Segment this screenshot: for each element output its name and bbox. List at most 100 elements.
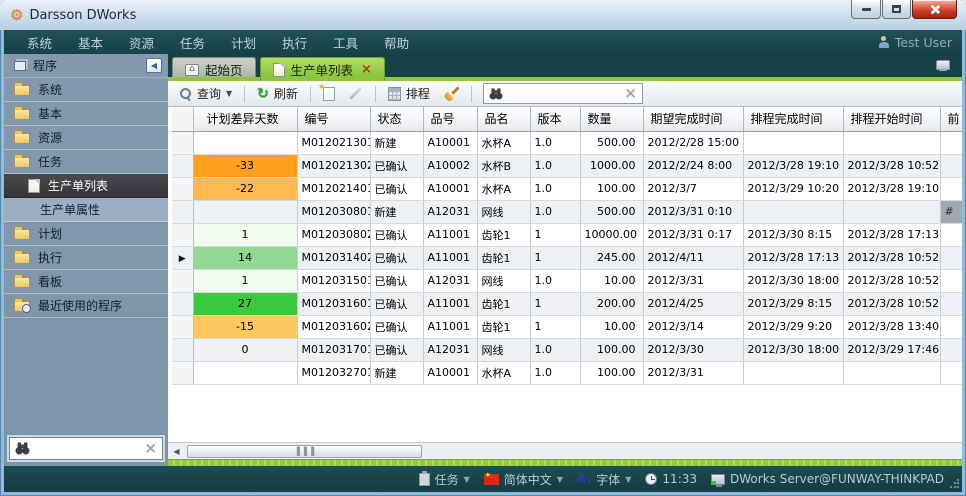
horizontal-scrollbar[interactable]: ◀ ▐▐▐: [168, 442, 962, 459]
window-pages-icon[interactable]: [936, 60, 950, 70]
sidebar-item-recent-programs[interactable]: 最近使用的程序: [4, 294, 168, 318]
menu-item[interactable]: 任务: [167, 33, 218, 52]
cell-item_no: A11001: [423, 246, 477, 269]
person-icon: [878, 36, 890, 48]
table-row[interactable]: 1M012031501已确认A12031网线1.010.002012/3/312…: [172, 269, 962, 292]
tab-prod-order-list[interactable]: 生产单列表×: [260, 57, 385, 81]
table-row[interactable]: -22M012021401已确认A10001水杯A1.0100.002012/3…: [172, 177, 962, 200]
column-header-partial[interactable]: 前: [940, 107, 962, 131]
cell-code: M012032701: [297, 361, 370, 384]
cell-item_name: 齿轮1: [477, 292, 530, 315]
row-selector-cell[interactable]: [172, 315, 193, 338]
table-row[interactable]: -33M012021302已确认A10002水杯B1.01000.002012/…: [172, 154, 962, 177]
table-row[interactable]: M012032701新建A10001水杯A1.0100.002012/3/31: [172, 361, 962, 384]
sidebar-item-resource[interactable]: 资源: [4, 126, 168, 150]
chevron-down-icon[interactable]: ▼: [625, 475, 631, 484]
table-row[interactable]: M012021301新建A10001水杯A1.0500.002012/2/28 …: [172, 131, 962, 154]
row-selector-cell[interactable]: [172, 269, 193, 292]
status-server-value: DWorks Server@FUNWAY-THINKPAD: [730, 472, 944, 486]
clean-button[interactable]: [440, 84, 462, 103]
tab-start-page[interactable]: ⌂起始页: [172, 57, 256, 81]
cell-diff: -15: [193, 315, 297, 338]
cell-code: M012021401: [297, 177, 370, 200]
row-selector-cell[interactable]: [172, 200, 193, 223]
row-selector-cell[interactable]: [172, 131, 193, 154]
sidebar-item-basic[interactable]: 基本: [4, 102, 168, 126]
cell-expected_finish: 2012/3/31 0:10: [643, 200, 743, 223]
sidebar-collapse-button[interactable]: ◀: [146, 58, 162, 73]
status-font[interactable]: A: 字体 ▼: [577, 471, 631, 488]
china-flag-icon: [484, 474, 499, 485]
title-bar[interactable]: ⚙ Darsson DWorks: [0, 0, 966, 30]
sidebar-item-task[interactable]: 任务: [4, 150, 168, 174]
sidebar-search-clear-icon[interactable]: ×: [144, 441, 157, 456]
edit-button[interactable]: [345, 90, 366, 97]
sidebar-item-system[interactable]: 系统: [4, 78, 168, 102]
menu-item[interactable]: 资源: [116, 33, 167, 52]
menu-items: 系统基本资源任务计划执行工具帮助: [14, 33, 422, 52]
close-button[interactable]: [912, 0, 957, 19]
column-header-code[interactable]: 编号: [297, 107, 370, 131]
column-header-status[interactable]: 状态: [370, 107, 423, 131]
magnifier-icon: [179, 87, 192, 100]
scroll-left-button[interactable]: ◀: [168, 443, 185, 459]
resize-grip[interactable]: [949, 479, 959, 489]
row-selector-cell[interactable]: [172, 361, 193, 384]
menu-item[interactable]: 执行: [269, 33, 320, 52]
column-header-diff[interactable]: 计划差异天数: [193, 107, 297, 131]
table-row[interactable]: 27M012031601已确认A11001齿轮11200.002012/4/25…: [172, 292, 962, 315]
sidebar-item-board[interactable]: 看板: [4, 270, 168, 294]
tab-close-icon[interactable]: ×: [361, 63, 372, 76]
new-button[interactable]: [320, 85, 338, 103]
sidebar-item-prod-order-props[interactable]: 生产单属性: [4, 198, 168, 222]
row-selector-cell[interactable]: [172, 154, 193, 177]
user-badge[interactable]: Test User: [878, 35, 952, 50]
cell-sched_finish: 2012/3/29 10:20: [743, 177, 843, 200]
table-row[interactable]: 0M012031701已确认A12031网线1.0100.002012/3/30…: [172, 338, 962, 361]
row-selector-cell[interactable]: [172, 338, 193, 361]
column-header-qty[interactable]: 数量: [580, 107, 643, 131]
row-selector-cell[interactable]: [172, 292, 193, 315]
table-row[interactable]: 1M012030802已确认A11001齿轮1110000.002012/3/3…: [172, 223, 962, 246]
close-icon: [929, 4, 940, 15]
cell-item_name: 水杯B: [477, 154, 530, 177]
menu-item[interactable]: 帮助: [371, 33, 422, 52]
column-header-version[interactable]: 版本: [530, 107, 580, 131]
sidebar-item-execute[interactable]: 执行: [4, 246, 168, 270]
sidebar-search-input[interactable]: [35, 441, 139, 457]
sidebar-header-label: 程序: [33, 57, 139, 74]
menu-item[interactable]: 系统: [14, 33, 65, 52]
query-button[interactable]: 查询 ▼: [176, 83, 235, 104]
minimize-button[interactable]: [851, 0, 881, 19]
sidebar-item-prod-order-list[interactable]: 生产单列表: [4, 174, 168, 198]
query-dropdown-icon[interactable]: ▼: [226, 90, 232, 98]
chevron-down-icon[interactable]: ▼: [557, 475, 563, 484]
row-selector-cell[interactable]: [172, 177, 193, 200]
table-row[interactable]: -15M012031602已确认A11001齿轮1110.002012/3/14…: [172, 315, 962, 338]
column-header-sched_start[interactable]: 排程开始时间: [843, 107, 940, 131]
menu-item[interactable]: 工具: [320, 33, 371, 52]
refresh-button[interactable]: ↻ 刷新: [254, 83, 301, 104]
sidebar-item-plan[interactable]: 计划: [4, 222, 168, 246]
chevron-down-icon[interactable]: ▼: [464, 475, 470, 484]
maximize-button[interactable]: [882, 0, 911, 19]
status-language[interactable]: 简体中文 ▼: [484, 471, 563, 488]
column-header-item_name[interactable]: 品名: [477, 107, 530, 131]
row-selector-cell[interactable]: ▶: [172, 246, 193, 269]
column-header-item_no[interactable]: 品号: [423, 107, 477, 131]
row-selector-cell[interactable]: [172, 223, 193, 246]
toolbar-search-input[interactable]: [508, 86, 619, 102]
toolbar-search-clear-icon[interactable]: ×: [624, 86, 637, 101]
cell-sched_finish: 2012/3/28 19:10: [743, 154, 843, 177]
menu-item[interactable]: 计划: [218, 33, 269, 52]
table-row[interactable]: ▶14M012031402已确认A11001齿轮11245.002012/4/1…: [172, 246, 962, 269]
status-task[interactable]: 任务 ▼: [419, 471, 470, 488]
column-header-sched_finish[interactable]: 排程完成时间: [743, 107, 843, 131]
scrollbar-thumb[interactable]: ▐▐▐: [187, 445, 422, 458]
cell-item_no: A11001: [423, 223, 477, 246]
table-row[interactable]: M012030801新建A12031网线1.0500.002012/3/31 0…: [172, 200, 962, 223]
menu-item[interactable]: 基本: [65, 33, 116, 52]
column-header-expected_finish[interactable]: 期望完成时间: [643, 107, 743, 131]
schedule-button[interactable]: 排程: [385, 83, 433, 104]
cell-qty: 100.00: [580, 338, 643, 361]
